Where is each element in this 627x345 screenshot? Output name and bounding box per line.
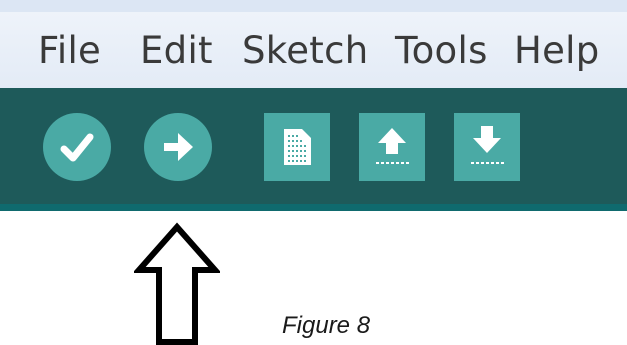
ide-window: File Edit Sketch Tools Help [0, 0, 627, 213]
open-button[interactable] [359, 113, 425, 181]
menu-help[interactable]: Help [514, 26, 600, 76]
figure-caption: Figure 8 [282, 312, 371, 339]
arrow-up-icon [376, 128, 409, 164]
menu-edit[interactable]: Edit [140, 26, 213, 76]
window-top-strip [0, 0, 627, 12]
upload-button[interactable] [144, 113, 212, 181]
menu-file[interactable]: File [38, 26, 101, 76]
toolbar-divider [0, 204, 627, 211]
save-button[interactable] [454, 113, 520, 181]
checkmark-icon [60, 133, 94, 162]
menu-tools[interactable]: Tools [395, 26, 488, 76]
arrow-down-icon [471, 126, 504, 164]
menu-bar: File Edit Sketch Tools Help [0, 12, 627, 88]
document-icon [284, 129, 311, 165]
pointer-arrow-icon [134, 222, 220, 345]
menu-sketch[interactable]: Sketch [242, 26, 368, 76]
arrow-right-icon [164, 133, 193, 161]
verify-button[interactable] [43, 113, 111, 181]
new-button[interactable] [264, 113, 330, 181]
